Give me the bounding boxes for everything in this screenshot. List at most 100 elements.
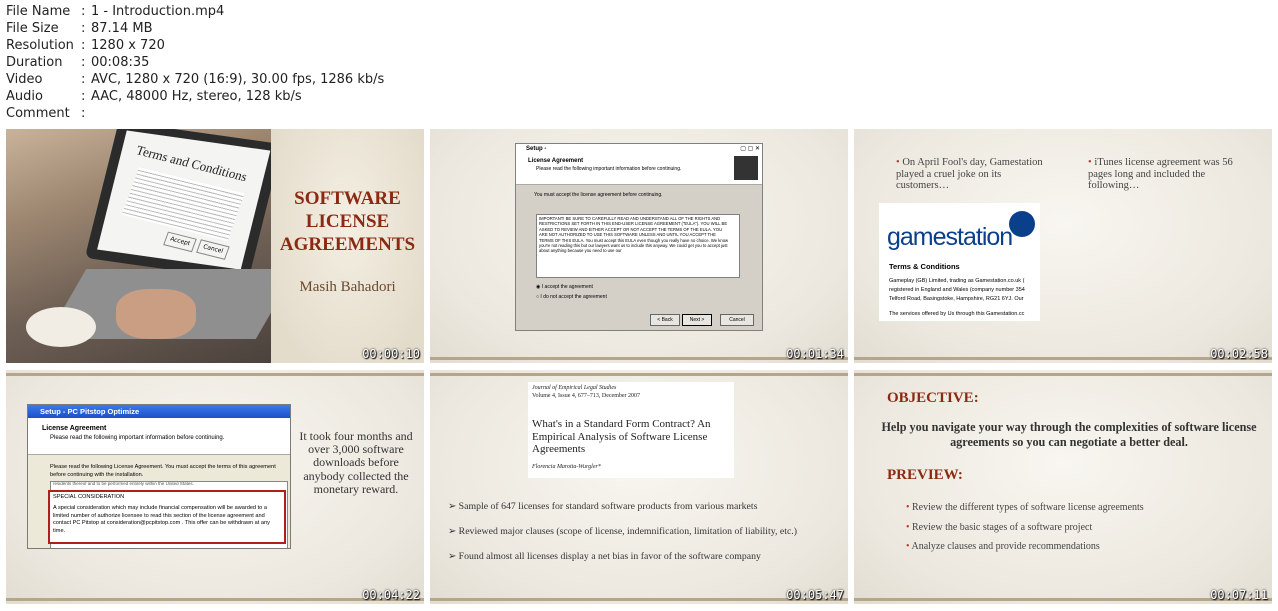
timestamp: 00:00:10 [362, 347, 420, 361]
info-value: AVC, 1280 x 720 (16:9), 30.00 fps, 1286 … [91, 72, 385, 87]
journal-volume: Volume 4, Issue 4, 677–713, December 200… [532, 393, 641, 399]
cancel-button: Cancel [196, 239, 230, 260]
cancel-button[interactable]: Cancel [720, 314, 754, 326]
tc-line: registered in England and Wales (company… [889, 287, 1025, 293]
bullet-icon: • [906, 541, 910, 552]
radio-decline-label: I do not accept the agreement [540, 294, 607, 300]
thumbnail-5[interactable]: Journal of Empirical Legal Studies Volum… [430, 370, 848, 604]
info-value: 1 - Introduction.mp4 [91, 4, 225, 19]
must-accept-text: You must accept the license agreement be… [534, 192, 663, 198]
setup-window: Setup - ▢ ▢ ✕ License Agreement Please r… [515, 143, 763, 331]
info-value: 87.14 MB [91, 21, 153, 36]
reward-caption: It took four months and over 3,000 softw… [299, 429, 413, 496]
special-consideration-box: SPECIAL CONSIDERATION A special consider… [48, 490, 286, 544]
bullet-icon: • [906, 521, 910, 533]
special-text: A special consideration which may includ… [53, 505, 270, 534]
instruction-text: Please read the following License Agreem… [50, 464, 276, 478]
title-line: AGREEMENTS [279, 234, 416, 255]
radio-accept[interactable]: ◉ I accept the agreement [536, 284, 593, 290]
preview-heading: PREVIEW: [887, 467, 963, 483]
photo-background: Terms and Conditions Accept Cancel [6, 129, 297, 363]
objective-text: Help you navigate your way through the c… [881, 420, 1257, 449]
bullet-icon: • [1088, 157, 1092, 168]
info-key: Comment [6, 106, 70, 121]
info-key: File Size [6, 21, 59, 36]
info-key: Audio [6, 89, 43, 104]
thumbnail-6[interactable]: OBJECTIVE: Help you navigate your way th… [854, 370, 1272, 604]
slide-bar-top [6, 373, 424, 376]
special-heading: SPECIAL CONSIDERATION [53, 494, 125, 500]
hand [116, 289, 196, 339]
resolution-row: Resolution:1280 x 720 [6, 38, 165, 53]
preview-text: Analyze clauses and provide recommendati… [911, 541, 1100, 552]
gamestation-logo-icon [1009, 211, 1035, 237]
gamestation-screenshot: gamestation Terms & Conditions Gameplay … [879, 203, 1040, 321]
coffee-cup [26, 307, 96, 347]
preview-list: • Review the different types of software… [906, 498, 1144, 557]
file-size-row: File Size:87.14 MB [6, 21, 153, 36]
finding-item: ➢ Reviewed major clauses (scope of licen… [448, 519, 797, 544]
timestamp: 00:05:47 [786, 588, 844, 602]
bullet-text: On April Fool's day, Gamestation played … [896, 157, 1043, 191]
duration-row: Duration:00:08:35 [6, 55, 150, 70]
info-value: 00:08:35 [91, 55, 150, 70]
eula-textbox[interactable]: IMPORTANT! BE SURE TO CAREFULLY READ AND… [536, 214, 740, 278]
objective-heading: OBJECTIVE: [887, 390, 979, 406]
preview-item: • Review the basic stages of a software … [906, 518, 1144, 538]
finding-text: Found almost all licenses display a net … [458, 551, 761, 562]
paper-header: Journal of Empirical Legal Studies Volum… [528, 382, 734, 478]
bullet-icon: • [896, 157, 900, 168]
thumbnail-2[interactable]: Setup - ▢ ▢ ✕ License Agreement Please r… [430, 129, 848, 363]
back-button[interactable]: < Back [650, 314, 680, 326]
finding-item: ➢ Found almost all licenses display a ne… [448, 544, 797, 569]
accept-button: Accept [163, 231, 197, 253]
info-key: Duration [6, 55, 63, 70]
radio-accept-label: I accept the agreement [541, 284, 593, 290]
comment-row: Comment: [6, 106, 86, 121]
findings-list: ➢ Sample of 647 licenses for standard so… [448, 494, 797, 569]
window-title: Setup - PC Pitstop Optimize [28, 405, 290, 418]
timestamp: 00:07:11 [1210, 588, 1268, 602]
paper-title: What's in a Standard Form Contract? An E… [532, 418, 711, 455]
finding-item: ➢ Sample of 647 licenses for standard so… [448, 494, 797, 519]
title-panel: SOFTWARE LICENSE AGREEMENTS Masih Bahado… [271, 129, 424, 363]
info-value: 1280 x 720 [91, 38, 165, 53]
title-line: SOFTWARE [294, 188, 401, 209]
license-subheading: Please read the following important info… [50, 435, 225, 441]
finding-text: Sample of 647 licenses for standard soft… [458, 501, 758, 512]
header-panel: License Agreement Please read the follow… [516, 154, 762, 185]
cut-text: residents thereof and to be performed en… [53, 482, 194, 486]
video-row: Video: AVC, 1280 x 720 (16:9), 30.00 fps,… [6, 72, 385, 87]
bullet-icon: • [906, 502, 910, 513]
thumbnail-4[interactable]: Setup - PC Pitstop Optimize License Agre… [6, 370, 424, 604]
setup-icon [734, 156, 758, 180]
arrow-bullet-icon: ➢ [448, 551, 457, 562]
next-button[interactable]: Next > [682, 314, 712, 326]
file-name-row: File Name:1 - Introduction.mp4 [6, 4, 225, 19]
radio-decline[interactable]: ○ I do not accept the agreement [536, 294, 607, 300]
preview-item: • Analyze clauses and provide recommenda… [906, 537, 1144, 557]
thumbnail-1[interactable]: Terms and Conditions Accept Cancel SOFTW… [6, 129, 424, 363]
preview-text: Review the different types of software l… [912, 502, 1144, 513]
license-subheading: Please read the following important info… [536, 166, 682, 172]
thumbnail-3[interactable]: • On April Fool's day, Gamestation playe… [854, 129, 1272, 363]
timestamp: 00:04:22 [362, 588, 420, 602]
timestamp: 00:01:34 [786, 347, 844, 361]
slide-bar-top [854, 373, 1272, 376]
gamestation-logo: gamestation [887, 223, 1013, 251]
slide-bar-top [430, 373, 848, 376]
file-info-panel: File Name:1 - Introduction.mp4 File Size… [6, 3, 384, 122]
tc-body: Gameplay (GB) Limited, trading as Gamest… [889, 277, 1025, 319]
license-heading: License Agreement [42, 425, 107, 432]
tc-line: The services offered by Us through this … [889, 311, 1025, 317]
tc-heading: Terms & Conditions [889, 262, 960, 271]
laptop-bezel: Terms and Conditions Accept Cancel [84, 129, 283, 281]
window-title: Setup - [516, 144, 762, 154]
paper-author: Florencia Marotta-Wurgler* [532, 464, 601, 470]
preview-item: • Review the different types of software… [906, 498, 1144, 518]
info-key: File Name [6, 4, 71, 19]
license-heading: License Agreement [528, 158, 584, 164]
bullet-gamestation: • On April Fool's day, Gamestation playe… [896, 157, 1056, 192]
tc-line: Gameplay (GB) Limited, trading as Gamest… [889, 278, 1025, 284]
info-key: Resolution [6, 38, 74, 53]
